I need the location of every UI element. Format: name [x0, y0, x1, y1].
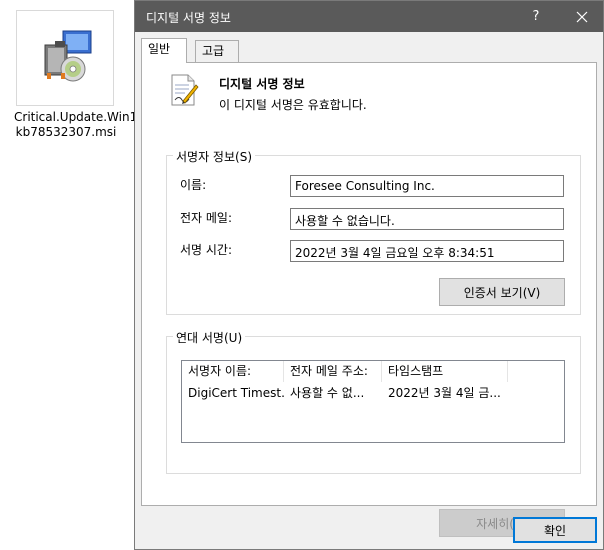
msi-installer-icon	[44, 30, 92, 82]
signature-status-text: 이 디지털 서명은 유효합니다.	[219, 98, 367, 112]
certificate-document-icon	[171, 74, 199, 106]
email-label: 전자 메일:	[180, 211, 233, 225]
name-label: 이름:	[180, 178, 207, 192]
list-header: 서명자 이름: 전자 메일 주소: 타임스탬프	[182, 361, 564, 382]
countersignatures-group: 연대 서명(U) 서명자 이름: 전자 메일 주소: 타임스탬프 DigiCer…	[166, 329, 581, 537]
name-field[interactable]: Foresee Consulting Inc.	[290, 175, 564, 197]
column-email-address[interactable]: 전자 메일 주소:	[284, 361, 382, 382]
tab-advanced[interactable]: 고급	[195, 40, 239, 62]
countersignature-list[interactable]: 서명자 이름: 전자 메일 주소: 타임스탬프 DigiCert Timest.…	[181, 360, 565, 443]
help-button[interactable]: ?	[513, 1, 559, 32]
close-button[interactable]	[559, 1, 604, 32]
digital-signature-dialog: 디지털 서명 정보 ? 일반 고급 디지털 서명 정보 이 디지털 서명은 유효…	[134, 0, 604, 550]
signing-time-label: 서명 시간:	[180, 243, 233, 257]
tab-general[interactable]: 일반	[141, 38, 187, 63]
close-icon	[576, 11, 588, 22]
email-field[interactable]: 사용할 수 없습니다.	[290, 208, 564, 230]
signer-info-group-label: 서명자 정보(S)	[173, 148, 255, 165]
file-thumbnail[interactable]	[16, 10, 114, 106]
column-empty[interactable]	[508, 361, 564, 382]
desktop-file-item[interactable]: Critical.Update.Win10.0-kb78532307.msi	[14, 10, 161, 160]
view-certificate-button[interactable]: 인증서 보기(V)	[439, 278, 565, 306]
file-name-label: Critical.Update.Win10.0-kb78532307.msi	[14, 110, 161, 139]
dialog-title: 디지털 서명 정보	[146, 11, 231, 25]
list-item[interactable]: DigiCert Timest... 사용할 수 없... 2022년 3월 4…	[182, 383, 564, 403]
general-tab-panel: 디지털 서명 정보 이 디지털 서명은 유효합니다. 서명자 정보(S) 이름:…	[141, 62, 597, 537]
signer-info-group: 서명자 정보(S) 이름: Foresee Consulting Inc. 전자…	[166, 148, 581, 315]
cell-email-address: 사용할 수 없...	[290, 386, 365, 400]
column-signer-name[interactable]: 서명자 이름:	[182, 361, 284, 382]
cell-timestamp: 2022년 3월 4일 금...	[388, 386, 501, 400]
ok-button[interactable]: 확인	[513, 517, 597, 543]
title-bar[interactable]: 디지털 서명 정보 ?	[135, 1, 603, 32]
cell-signer-name: DigiCert Timest...	[188, 386, 284, 400]
header-title: 디지털 서명 정보	[219, 77, 305, 91]
signing-time-field[interactable]: 2022년 3월 4일 금요일 오후 8:34:51	[290, 240, 564, 262]
column-timestamp[interactable]: 타임스탬프	[382, 361, 508, 382]
countersignatures-group-label: 연대 서명(U)	[173, 329, 246, 346]
